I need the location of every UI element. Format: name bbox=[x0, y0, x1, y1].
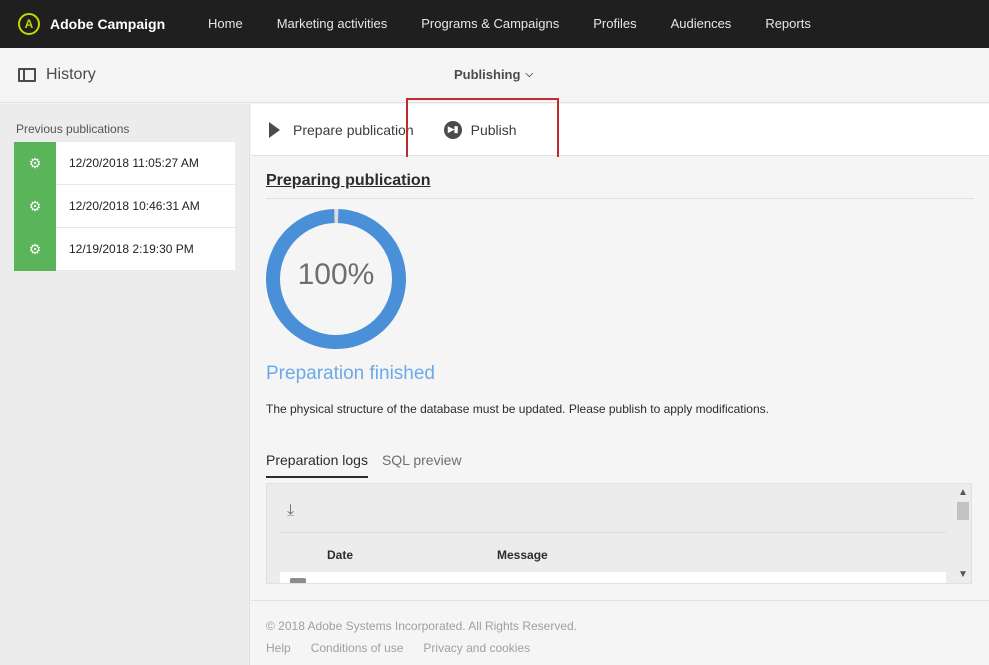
play-icon bbox=[269, 121, 280, 138]
nav-item-home[interactable]: Home bbox=[208, 0, 260, 48]
logs-scrollbar[interactable]: ▲ ▼ bbox=[954, 484, 971, 583]
logs-divider bbox=[280, 532, 946, 533]
chevron-down-icon: ⌵ bbox=[525, 69, 534, 80]
publish-icon: ▶▮ bbox=[443, 120, 462, 139]
gears-icon: ⚙ bbox=[14, 141, 56, 185]
footer-link-help[interactable]: Help bbox=[266, 641, 291, 655]
publication-date: 12/20/2018 10:46:31 AM bbox=[69, 199, 200, 213]
gears-icon: ⚙ bbox=[14, 184, 56, 228]
history-label: History bbox=[46, 66, 96, 83]
history-panel: Previous publications ⚙ 12/20/2018 11:05… bbox=[0, 104, 250, 665]
tab-sql-preview[interactable]: SQL preview bbox=[382, 452, 462, 478]
scroll-down-icon[interactable]: ▼ bbox=[954, 569, 971, 580]
nav-item-audiences[interactable]: Audiences bbox=[654, 0, 749, 48]
footer-links: Help Conditions of use Privacy and cooki… bbox=[266, 641, 550, 655]
page-footer: © 2018 Adobe Systems Incorporated. All R… bbox=[251, 600, 989, 665]
publication-list: ⚙ 12/20/2018 11:05:27 AM ⚙ 12/20/2018 10… bbox=[14, 141, 235, 271]
scroll-up-icon[interactable]: ▲ bbox=[954, 487, 971, 498]
publication-item[interactable]: ⚙ 12/20/2018 11:05:27 AM bbox=[14, 141, 235, 185]
app-name: Adobe Campaign bbox=[50, 16, 166, 32]
publication-item[interactable]: ⚙ 12/20/2018 10:46:31 AM bbox=[14, 184, 235, 228]
download-icon[interactable]: ⤓ bbox=[287, 502, 294, 520]
log-tabs: Preparation logs SQL preview bbox=[266, 452, 476, 478]
nav-item-profiles[interactable]: Profiles bbox=[576, 0, 653, 48]
nav-item-programs-campaigns[interactable]: Programs & Campaigns bbox=[404, 0, 576, 48]
publication-date: 12/19/2018 2:19:30 PM bbox=[69, 242, 194, 256]
previous-publications-title: Previous publications bbox=[16, 122, 130, 136]
main-nav: Home Marketing activities Programs & Cam… bbox=[208, 0, 828, 48]
logs-panel: ⤓ Date Message ▲ ▼ bbox=[266, 483, 972, 584]
section-divider bbox=[266, 198, 974, 199]
publication-toolbar: Prepare publication ▶▮ Publish bbox=[251, 104, 989, 156]
nav-item-marketing-activities[interactable]: Marketing activities bbox=[260, 0, 405, 48]
publishing-dropdown-label: Publishing bbox=[454, 67, 521, 82]
sub-header: History Publishing ⌵ bbox=[0, 48, 989, 103]
preparation-status: Preparation finished bbox=[266, 363, 435, 384]
main-content: Preparing publication 100% Preparation f… bbox=[251, 157, 989, 600]
adobe-campaign-logo-icon: A bbox=[18, 13, 40, 35]
nav-item-reports[interactable]: Reports bbox=[748, 0, 828, 48]
sidebar-panel-icon bbox=[18, 68, 36, 82]
top-nav-bar: A Adobe Campaign Home Marketing activiti… bbox=[0, 0, 989, 48]
copyright-text: © 2018 Adobe Systems Incorporated. All R… bbox=[266, 619, 578, 633]
tab-preparation-logs[interactable]: Preparation logs bbox=[266, 452, 368, 478]
publication-date: 12/20/2018 11:05:27 AM bbox=[69, 156, 199, 170]
publishing-dropdown[interactable]: Publishing ⌵ bbox=[454, 67, 533, 82]
publish-button[interactable]: ▶▮ Publish bbox=[443, 120, 517, 139]
table-row[interactable] bbox=[280, 572, 946, 583]
publication-item[interactable]: ⚙ 12/19/2018 2:19:30 PM bbox=[14, 227, 235, 271]
info-message: The physical structure of the database m… bbox=[266, 402, 769, 416]
brand[interactable]: A Adobe Campaign bbox=[18, 13, 208, 35]
column-header-date: Date bbox=[327, 548, 354, 562]
footer-link-privacy[interactable]: Privacy and cookies bbox=[423, 641, 530, 655]
prepare-publication-label: Prepare publication bbox=[293, 121, 414, 138]
column-header-message: Message bbox=[497, 548, 548, 562]
section-title: Preparing publication bbox=[266, 172, 431, 189]
log-type-icon bbox=[290, 578, 306, 583]
publish-label: Publish bbox=[470, 121, 517, 138]
progress-value: 100% bbox=[297, 258, 375, 291]
gears-icon: ⚙ bbox=[14, 227, 56, 271]
prepare-publication-button[interactable]: Prepare publication bbox=[269, 121, 414, 138]
footer-link-conditions[interactable]: Conditions of use bbox=[311, 641, 404, 655]
history-toggle[interactable]: History bbox=[18, 66, 96, 84]
scroll-thumb[interactable] bbox=[957, 502, 969, 520]
